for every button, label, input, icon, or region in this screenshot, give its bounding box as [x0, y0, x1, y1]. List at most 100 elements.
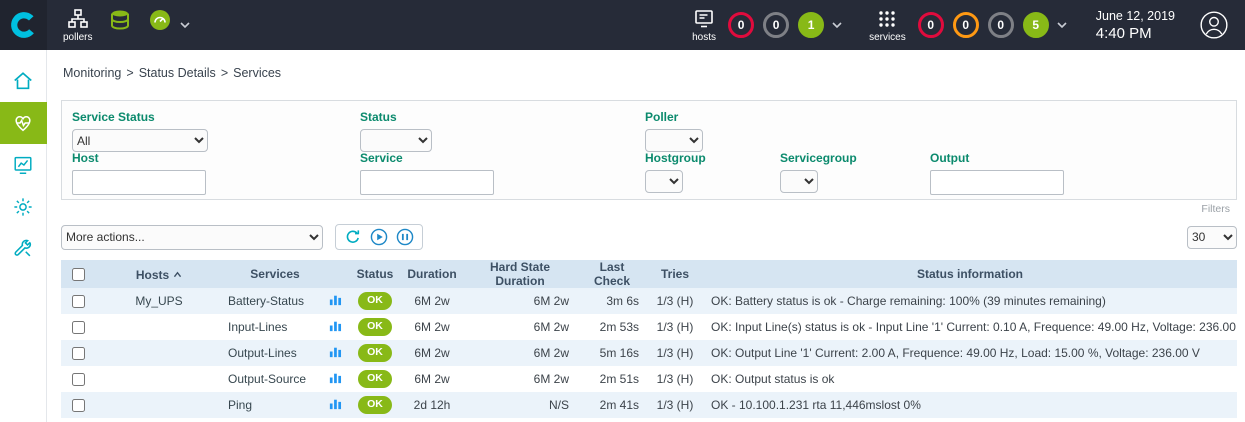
more-actions-select[interactable]: More actions...: [61, 225, 323, 250]
pollers-chevron-down-icon[interactable]: [179, 16, 191, 34]
filters-caption: Filters: [1201, 203, 1230, 215]
service-name[interactable]: Battery-Status: [228, 294, 304, 308]
header-status[interactable]: Status: [349, 260, 401, 288]
header-last-check[interactable]: Last Check: [577, 260, 647, 288]
services-ok-badge[interactable]: 5: [1023, 12, 1049, 38]
last-check-cell: 5m 16s: [577, 340, 647, 366]
administration-wrench-icon: [12, 238, 34, 260]
graph-icon[interactable]: [329, 319, 342, 332]
breadcrumb-item-monitoring[interactable]: Monitoring: [63, 66, 121, 80]
services-label: services: [869, 33, 906, 43]
current-date: June 12, 2019: [1096, 9, 1175, 23]
row-checkbox[interactable]: [72, 399, 85, 412]
topbar-spacer: [191, 0, 692, 50]
service-name[interactable]: Input-Lines: [228, 320, 287, 334]
service-input[interactable]: [360, 170, 494, 195]
servicegroup-select[interactable]: [780, 170, 818, 193]
row-checkbox[interactable]: [72, 321, 85, 334]
last-check-cell: 2m 51s: [577, 366, 647, 392]
last-check-cell: 2m 53s: [577, 314, 647, 340]
hard-state-duration-cell: 6M 2w: [463, 366, 577, 392]
pollers-icon: [66, 7, 90, 31]
table-header-row: Hosts Services Status Duration Hard Stat…: [61, 260, 1237, 288]
poller-health[interactable]: [148, 0, 172, 50]
hostgroup-label: Hostgroup: [645, 151, 706, 165]
services-unknown-badge[interactable]: 0: [988, 12, 1014, 38]
service-name[interactable]: Ping: [228, 398, 252, 412]
status-information-cell: OK: Output Line '1' Current: 2.00 A, Fre…: [703, 340, 1237, 366]
centreon-logo[interactable]: [0, 0, 47, 50]
services-chevron-down-icon[interactable]: [1056, 16, 1068, 34]
sidebar-item-home[interactable]: [0, 60, 47, 102]
status-information-cell: OK: Output status is ok: [703, 366, 1237, 392]
sidebar-item-reporting[interactable]: [0, 144, 47, 186]
user-menu[interactable]: [1199, 0, 1229, 50]
header-tries[interactable]: Tries: [647, 260, 703, 288]
sidebar-item-administration[interactable]: [0, 228, 47, 270]
status-information-cell: OK: Battery status is ok - Charge remain…: [703, 288, 1237, 314]
duration-cell: 6M 2w: [401, 366, 463, 392]
hosts-chevron-down-icon[interactable]: [831, 16, 843, 34]
header-hard-state-duration[interactable]: Hard State Duration: [463, 260, 577, 288]
service-status-select[interactable]: All: [72, 129, 208, 152]
breadcrumb-item-status-details[interactable]: Status Details: [139, 66, 216, 80]
header-duration[interactable]: Duration: [401, 260, 463, 288]
poller-label: Poller: [645, 110, 703, 124]
hard-state-duration-cell: 6M 2w: [463, 314, 577, 340]
status-badge: OK: [358, 396, 392, 414]
hosts-menu[interactable]: hosts: [692, 0, 716, 50]
sidebar-item-configuration[interactable]: [0, 186, 47, 228]
database-status[interactable]: [108, 0, 132, 50]
reporting-icon: [12, 154, 34, 176]
poller-select[interactable]: [645, 129, 703, 152]
pause-icon[interactable]: [396, 228, 414, 246]
services-critical-badge[interactable]: 0: [918, 12, 944, 38]
host-name[interactable]: My_UPS: [135, 294, 182, 308]
hosts-unreachable-badge[interactable]: 0: [763, 12, 789, 38]
page-size-select[interactable]: 30: [1187, 226, 1237, 249]
row-checkbox[interactable]: [72, 347, 85, 360]
breadcrumb-separator: >: [221, 66, 228, 80]
service-name[interactable]: Output-Lines: [228, 346, 297, 360]
main-content: Monitoring>Status Details>Services Servi…: [47, 50, 1245, 422]
service-label: Service: [360, 151, 494, 165]
tries-cell: 1/3 (H): [647, 288, 703, 314]
header-hosts-label: Hosts: [136, 268, 169, 282]
services-warning-badge[interactable]: 0: [953, 12, 979, 38]
database-icon: [108, 8, 132, 32]
output-label: Output: [930, 151, 1064, 165]
services-menu[interactable]: services: [869, 0, 906, 50]
tries-cell: 1/3 (H): [647, 366, 703, 392]
status-select[interactable]: [360, 129, 432, 152]
pollers-menu[interactable]: pollers: [63, 0, 92, 50]
graph-icon[interactable]: [329, 371, 342, 384]
hosts-down-badge[interactable]: 0: [728, 12, 754, 38]
row-checkbox[interactable]: [72, 295, 85, 308]
duration-cell: 2d 12h: [401, 392, 463, 418]
header-services[interactable]: Services: [223, 260, 327, 288]
row-checkbox[interactable]: [72, 373, 85, 386]
graph-icon[interactable]: [329, 293, 342, 306]
sidebar-item-monitoring[interactable]: [0, 102, 47, 144]
tries-cell: 1/3 (H): [647, 314, 703, 340]
actions-toolbar: More actions... 30: [61, 224, 1237, 250]
sort-asc-icon: [173, 267, 182, 281]
hosts-up-badge[interactable]: 1: [798, 12, 824, 38]
services-badges: 0 0 0 5: [918, 0, 1049, 50]
monitoring-icon: [12, 112, 34, 134]
host-input[interactable]: [72, 170, 206, 195]
output-input[interactable]: [930, 170, 1064, 195]
header-hosts[interactable]: Hosts: [95, 260, 223, 288]
select-all-checkbox[interactable]: [72, 268, 85, 281]
header-status-information[interactable]: Status information: [703, 260, 1237, 288]
user-icon: [1199, 10, 1229, 40]
graph-icon[interactable]: [329, 345, 342, 358]
clock: June 12, 2019 4:40 PM: [1096, 0, 1175, 50]
hostgroup-select[interactable]: [645, 170, 683, 193]
refresh-icon[interactable]: [344, 228, 362, 246]
graph-icon[interactable]: [329, 397, 342, 410]
service-name[interactable]: Output-Source: [228, 372, 306, 386]
table-row: My_UPS Battery-Status OK 6M 2w 6M 2w 3m …: [61, 288, 1237, 314]
play-icon[interactable]: [370, 228, 388, 246]
status-badge: OK: [358, 318, 392, 336]
